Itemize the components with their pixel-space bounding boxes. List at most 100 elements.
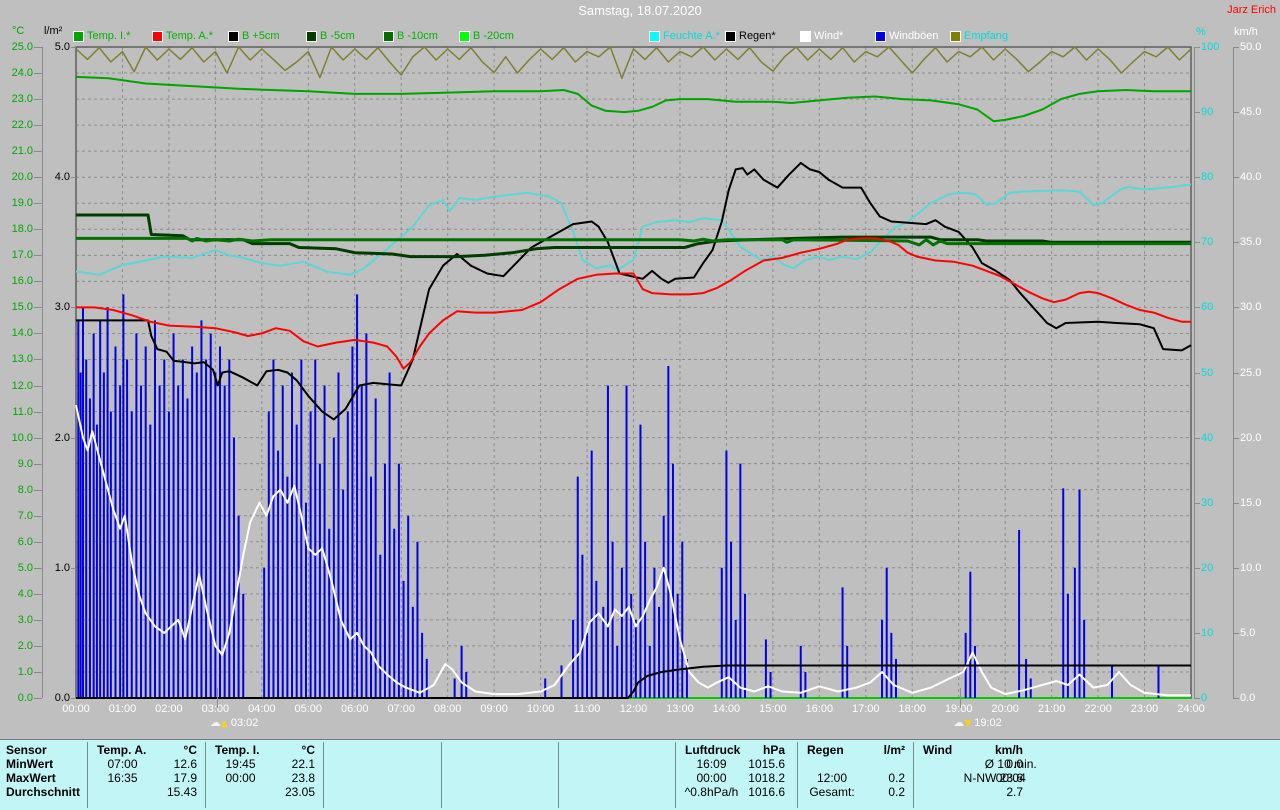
tick-label-temp: 18.0 — [0, 223, 33, 235]
tick-mark — [34, 359, 42, 360]
tick-label-pct: 10 — [1201, 627, 1213, 639]
x-axis-label: 13:00 — [657, 703, 703, 715]
tick-mark — [34, 672, 42, 673]
tick-mark — [34, 594, 42, 595]
tick-label-temp: 13.0 — [0, 353, 33, 365]
table-cell: 22.1 — [205, 758, 315, 771]
axis-line — [1194, 47, 1195, 698]
tick-label-kmh: 30.0 — [1240, 301, 1261, 313]
tick-label-rain: 2.0 — [10, 432, 70, 444]
tick-label-pct: 20 — [1201, 562, 1213, 574]
tick-label-rain: 4.0 — [10, 171, 70, 183]
tick-label-pct: 90 — [1201, 106, 1213, 118]
table-cell: Durchschnitt — [6, 786, 80, 799]
x-axis-label: 19:00 — [936, 703, 982, 715]
x-axis-label: 01:00 — [99, 703, 145, 715]
tick-label-kmh: 40.0 — [1240, 171, 1261, 183]
table-cell: 0.2 — [797, 786, 905, 799]
tick-mark — [71, 177, 76, 178]
sunrise-marker: ☁▲ 03:02 — [210, 716, 259, 729]
tick-label-temp: 22.0 — [0, 119, 33, 131]
tick-mark — [34, 151, 42, 152]
sunrise-marker-line — [217, 688, 218, 708]
sunset-marker: ☁▼ 19:02 — [953, 716, 1002, 729]
tick-mark — [71, 438, 76, 439]
tick-label-kmh: 35.0 — [1240, 236, 1261, 248]
tick-mark — [34, 646, 42, 647]
sunrise-arrow-icon: ▲ — [221, 719, 228, 729]
tick-label-kmh: 20.0 — [1240, 432, 1261, 444]
tick-label-temp: 14.0 — [0, 327, 33, 339]
axis-line — [42, 47, 43, 698]
x-axis-label: 09:00 — [471, 703, 517, 715]
table-cell: hPa — [675, 744, 785, 757]
tick-label-pct: 30 — [1201, 497, 1213, 509]
tick-label-temp: 23.0 — [0, 93, 33, 105]
tick-label-kmh: 45.0 — [1240, 106, 1261, 118]
table-cell: 15.43 — [87, 786, 197, 799]
tick-label-temp: 12.0 — [0, 380, 33, 392]
tick-mark — [34, 620, 42, 621]
tick-mark — [34, 464, 42, 465]
table-cell: MaxWert — [6, 772, 56, 785]
tick-label-pct: 80 — [1201, 171, 1213, 183]
table-cell: 1018.2 — [675, 772, 785, 785]
tick-label-kmh: 5.0 — [1240, 627, 1255, 639]
tick-label-temp: 6.0 — [0, 536, 33, 548]
sunset-arrow-icon: ▼ — [964, 719, 971, 729]
x-axis-label: 08:00 — [425, 703, 471, 715]
tick-label-temp: 21.0 — [0, 145, 33, 157]
x-axis-label: 16:00 — [796, 703, 842, 715]
tick-label-temp: 9.0 — [0, 458, 33, 470]
tick-label-temp: 8.0 — [0, 484, 33, 496]
tick-label-temp: 17.0 — [0, 249, 33, 261]
x-axis-label: 02:00 — [146, 703, 192, 715]
axis-line — [1233, 47, 1234, 698]
table-cell: 12.6 — [87, 758, 197, 771]
table-cell: 17.9 — [87, 772, 197, 785]
sunset-time: 19:02 — [974, 717, 1002, 729]
x-axis-label: 21:00 — [1029, 703, 1075, 715]
tick-label-pct: 60 — [1201, 301, 1213, 313]
tick-label-pct: 100 — [1201, 41, 1219, 53]
tick-label-pct: 40 — [1201, 432, 1213, 444]
x-axis-label: 06:00 — [332, 703, 378, 715]
tick-mark — [34, 229, 42, 230]
table-cell: 2.7 — [913, 786, 1023, 799]
tick-mark — [71, 307, 76, 308]
tick-label-temp: 2.0 — [0, 640, 33, 652]
x-axis-label: 24:00 — [1168, 703, 1214, 715]
tick-mark — [71, 47, 76, 48]
tick-label-rain: 3.0 — [10, 301, 70, 313]
table-cell: Sensor — [6, 744, 47, 757]
tick-label-temp: 11.0 — [0, 406, 33, 418]
x-axis-label: 18:00 — [889, 703, 935, 715]
tick-label-kmh: 10.0 — [1240, 562, 1261, 574]
chart-plot-area — [0, 0, 1280, 810]
tick-label-pct: 50 — [1201, 367, 1213, 379]
table-cell: N-NW 23.6 — [913, 772, 1023, 785]
table-separator — [323, 742, 324, 808]
statistics-table: SensorMinWertMaxWertDurchschnittTemp. A.… — [0, 739, 1280, 810]
series-b_plus5-line — [76, 163, 1191, 420]
x-axis-label: 00:00 — [53, 703, 99, 715]
tick-label-temp: 24.0 — [0, 67, 33, 79]
table-cell: 1016.6 — [675, 786, 785, 799]
cloud-icon: ☁ — [210, 716, 221, 729]
tick-label-temp: 19.0 — [0, 197, 33, 209]
tick-label-temp: 16.0 — [0, 275, 33, 287]
table-cell: l/m² — [797, 744, 905, 757]
tick-mark — [34, 542, 42, 543]
tick-mark — [34, 99, 42, 100]
tick-label-temp: 7.0 — [0, 510, 33, 522]
table-cell: 23.05 — [205, 786, 315, 799]
x-axis-label: 22:00 — [1075, 703, 1121, 715]
table-separator — [558, 742, 559, 808]
tick-mark — [1233, 698, 1239, 699]
x-axis-label: 03:00 — [192, 703, 238, 715]
tick-mark — [34, 125, 42, 126]
tick-label-kmh: 50.0 — [1240, 41, 1261, 53]
table-cell: 1015.6 — [675, 758, 785, 771]
x-axis-label: 12:00 — [611, 703, 657, 715]
tick-label-pct: 70 — [1201, 236, 1213, 248]
